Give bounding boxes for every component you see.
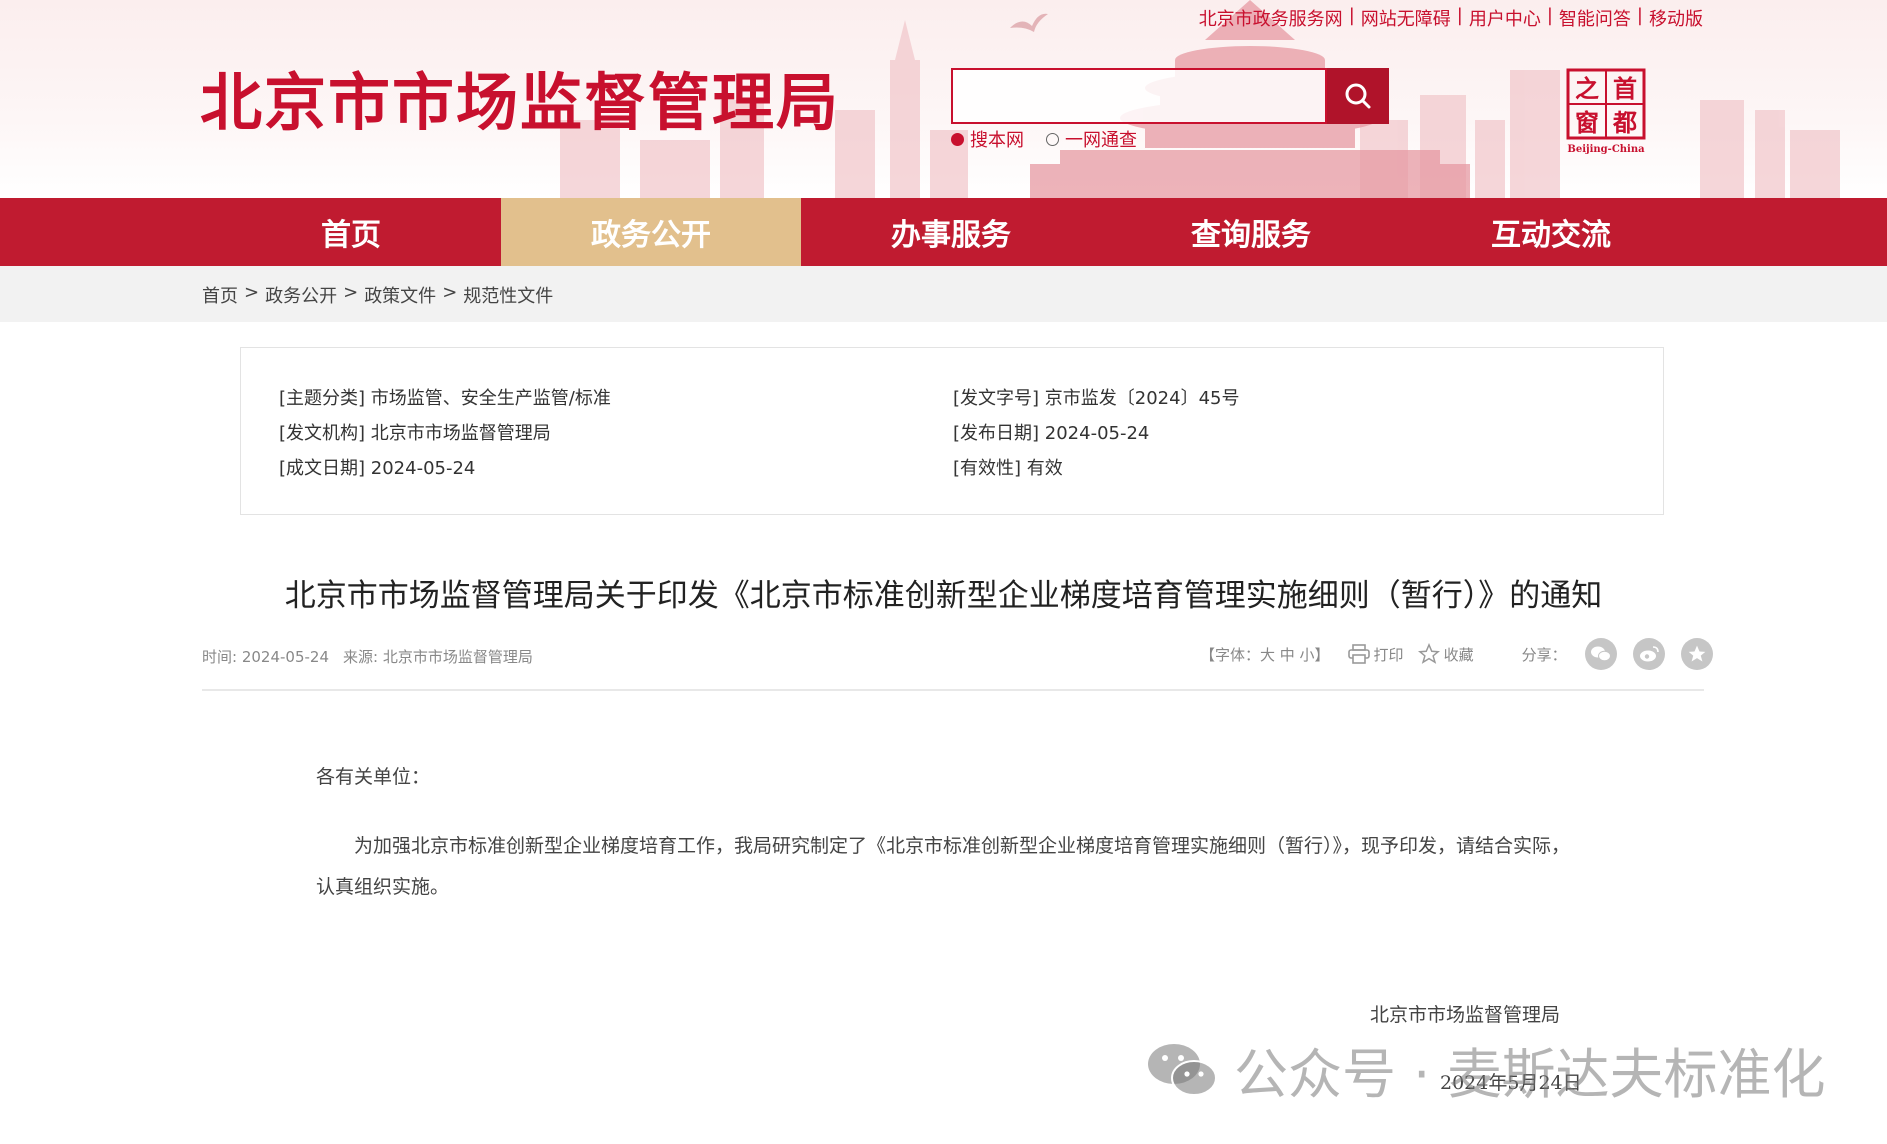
breadcrumb-policy[interactable]: 政策文件 (364, 282, 436, 308)
link-separator: | (1546, 5, 1553, 26)
breadcrumb-normative[interactable]: 规范性文件 (463, 282, 553, 308)
meta-key: [有效性] (953, 458, 1022, 479)
meta-value: 京市监发〔2024〕45号 (1044, 388, 1240, 409)
article-source: 来源: 北京市市场监督管理局 (343, 648, 533, 666)
breadcrumb-gov-affairs[interactable]: 政务公开 (265, 282, 337, 308)
scope-label: 搜本网 (970, 130, 1024, 151)
scope-option-all[interactable]: 一网通查 (1046, 126, 1137, 152)
link-smart-qa[interactable]: 智能问答 (1559, 5, 1631, 31)
meta-key: [成文日期] (279, 458, 366, 479)
nav-home[interactable]: 首页 (201, 198, 501, 266)
font-size-control[interactable]: 【字体：大 中 小】 (1200, 644, 1330, 665)
radio-selected-icon (951, 132, 964, 146)
logo-char: 首 (1613, 75, 1637, 103)
favorite-label: 收藏 (1443, 645, 1474, 664)
search-icon (1345, 83, 1371, 109)
share-weibo-button[interactable] (1632, 638, 1665, 670)
link-user-center[interactable]: 用户中心 (1469, 5, 1541, 31)
search-button[interactable] (1327, 68, 1389, 124)
meta-topic: [主题分类] 市场监管、安全生产监管/标准 (279, 384, 611, 410)
scope-label: 一网通查 (1065, 130, 1137, 151)
meta-value: 2024-05-24 (370, 458, 476, 479)
site-title[interactable]: 北京市市场监督管理局 (200, 52, 840, 142)
wechat-watermark: 公众号 · 麦斯达夫标准化 (1146, 1030, 1826, 1109)
breadcrumb-separator: > (442, 282, 458, 303)
article-signer: 北京市市场监督管理局 (1370, 1004, 1561, 1026)
article-title: 北京市市场监督管理局关于印发《北京市标准创新型企业梯度培育管理实施细则（暂行）》… (284, 578, 1603, 614)
link-accessibility[interactable]: 网站无障碍 (1361, 5, 1451, 31)
scope-option-site[interactable]: 搜本网 (951, 126, 1024, 152)
radio-unselected-icon (1046, 132, 1059, 146)
link-separator: | (1348, 5, 1355, 26)
share-label: 分享： (1521, 645, 1567, 664)
breadcrumb-home[interactable]: 首页 (202, 282, 238, 308)
meta-written-date: [成文日期] 2024-05-24 (279, 454, 475, 480)
print-label: 打印 (1373, 645, 1404, 664)
link-gov-service[interactable]: 北京市政务服务网 (1199, 5, 1343, 31)
main-nav: 首页 政务公开 办事服务 查询服务 互动交流 (0, 198, 1887, 266)
site-header: 北京市市场监督管理局 北京市政务服务网 | 网站无障碍 | 用户中心 | 智能问… (0, 0, 1887, 198)
article-info: 时间: 2024-05-24 来源: 北京市市场监督管理局 (202, 646, 533, 667)
favorite-button[interactable]: 收藏 (1417, 643, 1474, 665)
breadcrumb-separator: > (343, 282, 359, 303)
weibo-icon (1639, 646, 1659, 662)
logo-caption: Beijing-China (1567, 144, 1645, 155)
meta-validity: [有效性] 有效 (953, 454, 1063, 480)
link-mobile[interactable]: 移动版 (1649, 5, 1703, 31)
breadcrumb-separator: > (244, 282, 260, 303)
search-scope-group: 搜本网 一网通查 (951, 126, 1137, 152)
article-salutation: 各有关单位： (316, 766, 431, 788)
meta-value: 市场监管、安全生产监管/标准 (370, 388, 611, 409)
nav-query[interactable]: 查询服务 (1101, 198, 1401, 266)
link-separator: | (1636, 5, 1643, 26)
document-meta-box: [主题分类] 市场监管、安全生产监管/标准 [发文机构] 北京市市场监督管理局 … (240, 347, 1664, 515)
meta-key: [发文字号] (953, 388, 1040, 409)
search-input[interactable] (953, 70, 1325, 122)
article-paragraph: 为加强北京市标准创新型企业梯度培育工作，我局研究制定了《北京市标准创新型企业梯度… (316, 835, 1571, 898)
breadcrumb: 首页 > 政务公开 > 政策文件 > 规范性文件 (202, 282, 553, 308)
meta-issuer: [发文机构] 北京市市场监督管理局 (279, 419, 551, 445)
top-links: 北京市政务服务网 | 网站无障碍 | 用户中心 | 智能问答 | 移动版 (1199, 5, 1703, 31)
meta-publish-date: [发布日期] 2024-05-24 (953, 419, 1149, 445)
star-icon (1417, 643, 1440, 664)
share-wechat-button[interactable] (1584, 638, 1617, 670)
printer-icon (1347, 644, 1370, 664)
article-tools: 【字体：大 中 小】 打印 收藏 分享： (1200, 638, 1713, 670)
meta-key: [主题分类] (279, 388, 366, 409)
meta-key: [发布日期] (953, 423, 1040, 444)
print-button[interactable]: 打印 (1347, 644, 1404, 665)
search-box (951, 68, 1327, 124)
watermark-text: 公众号 · 麦斯达夫标准化 (1234, 1043, 1826, 1106)
nav-services[interactable]: 办事服务 (801, 198, 1101, 266)
meta-value: 2024-05-24 (1044, 423, 1150, 444)
capital-window-logo[interactable]: 之 首 窗 都 Beijing-China (1566, 68, 1646, 156)
share-favorite-button[interactable] (1680, 638, 1713, 670)
meta-doc-number: [发文字号] 京市监发〔2024〕45号 (953, 384, 1240, 410)
article-time: 时间: 2024-05-24 (202, 648, 329, 666)
logo-char: 之 (1575, 75, 1599, 103)
logo-char: 都 (1612, 109, 1637, 137)
meta-value: 有效 (1026, 458, 1063, 479)
wechat-icon (1148, 1043, 1217, 1096)
meta-key: [发文机构] (279, 423, 366, 444)
link-separator: | (1456, 5, 1463, 26)
nav-interaction[interactable]: 互动交流 (1401, 198, 1701, 266)
nav-gov-affairs[interactable]: 政务公开 (501, 198, 801, 266)
breadcrumb-bar: 首页 > 政务公开 > 政策文件 > 规范性文件 (0, 266, 1887, 322)
logo-char: 窗 (1575, 109, 1599, 137)
wechat-icon (1590, 646, 1611, 662)
article-divider (202, 689, 1704, 691)
meta-value: 北京市市场监督管理局 (370, 423, 551, 444)
star-icon (1688, 645, 1705, 662)
